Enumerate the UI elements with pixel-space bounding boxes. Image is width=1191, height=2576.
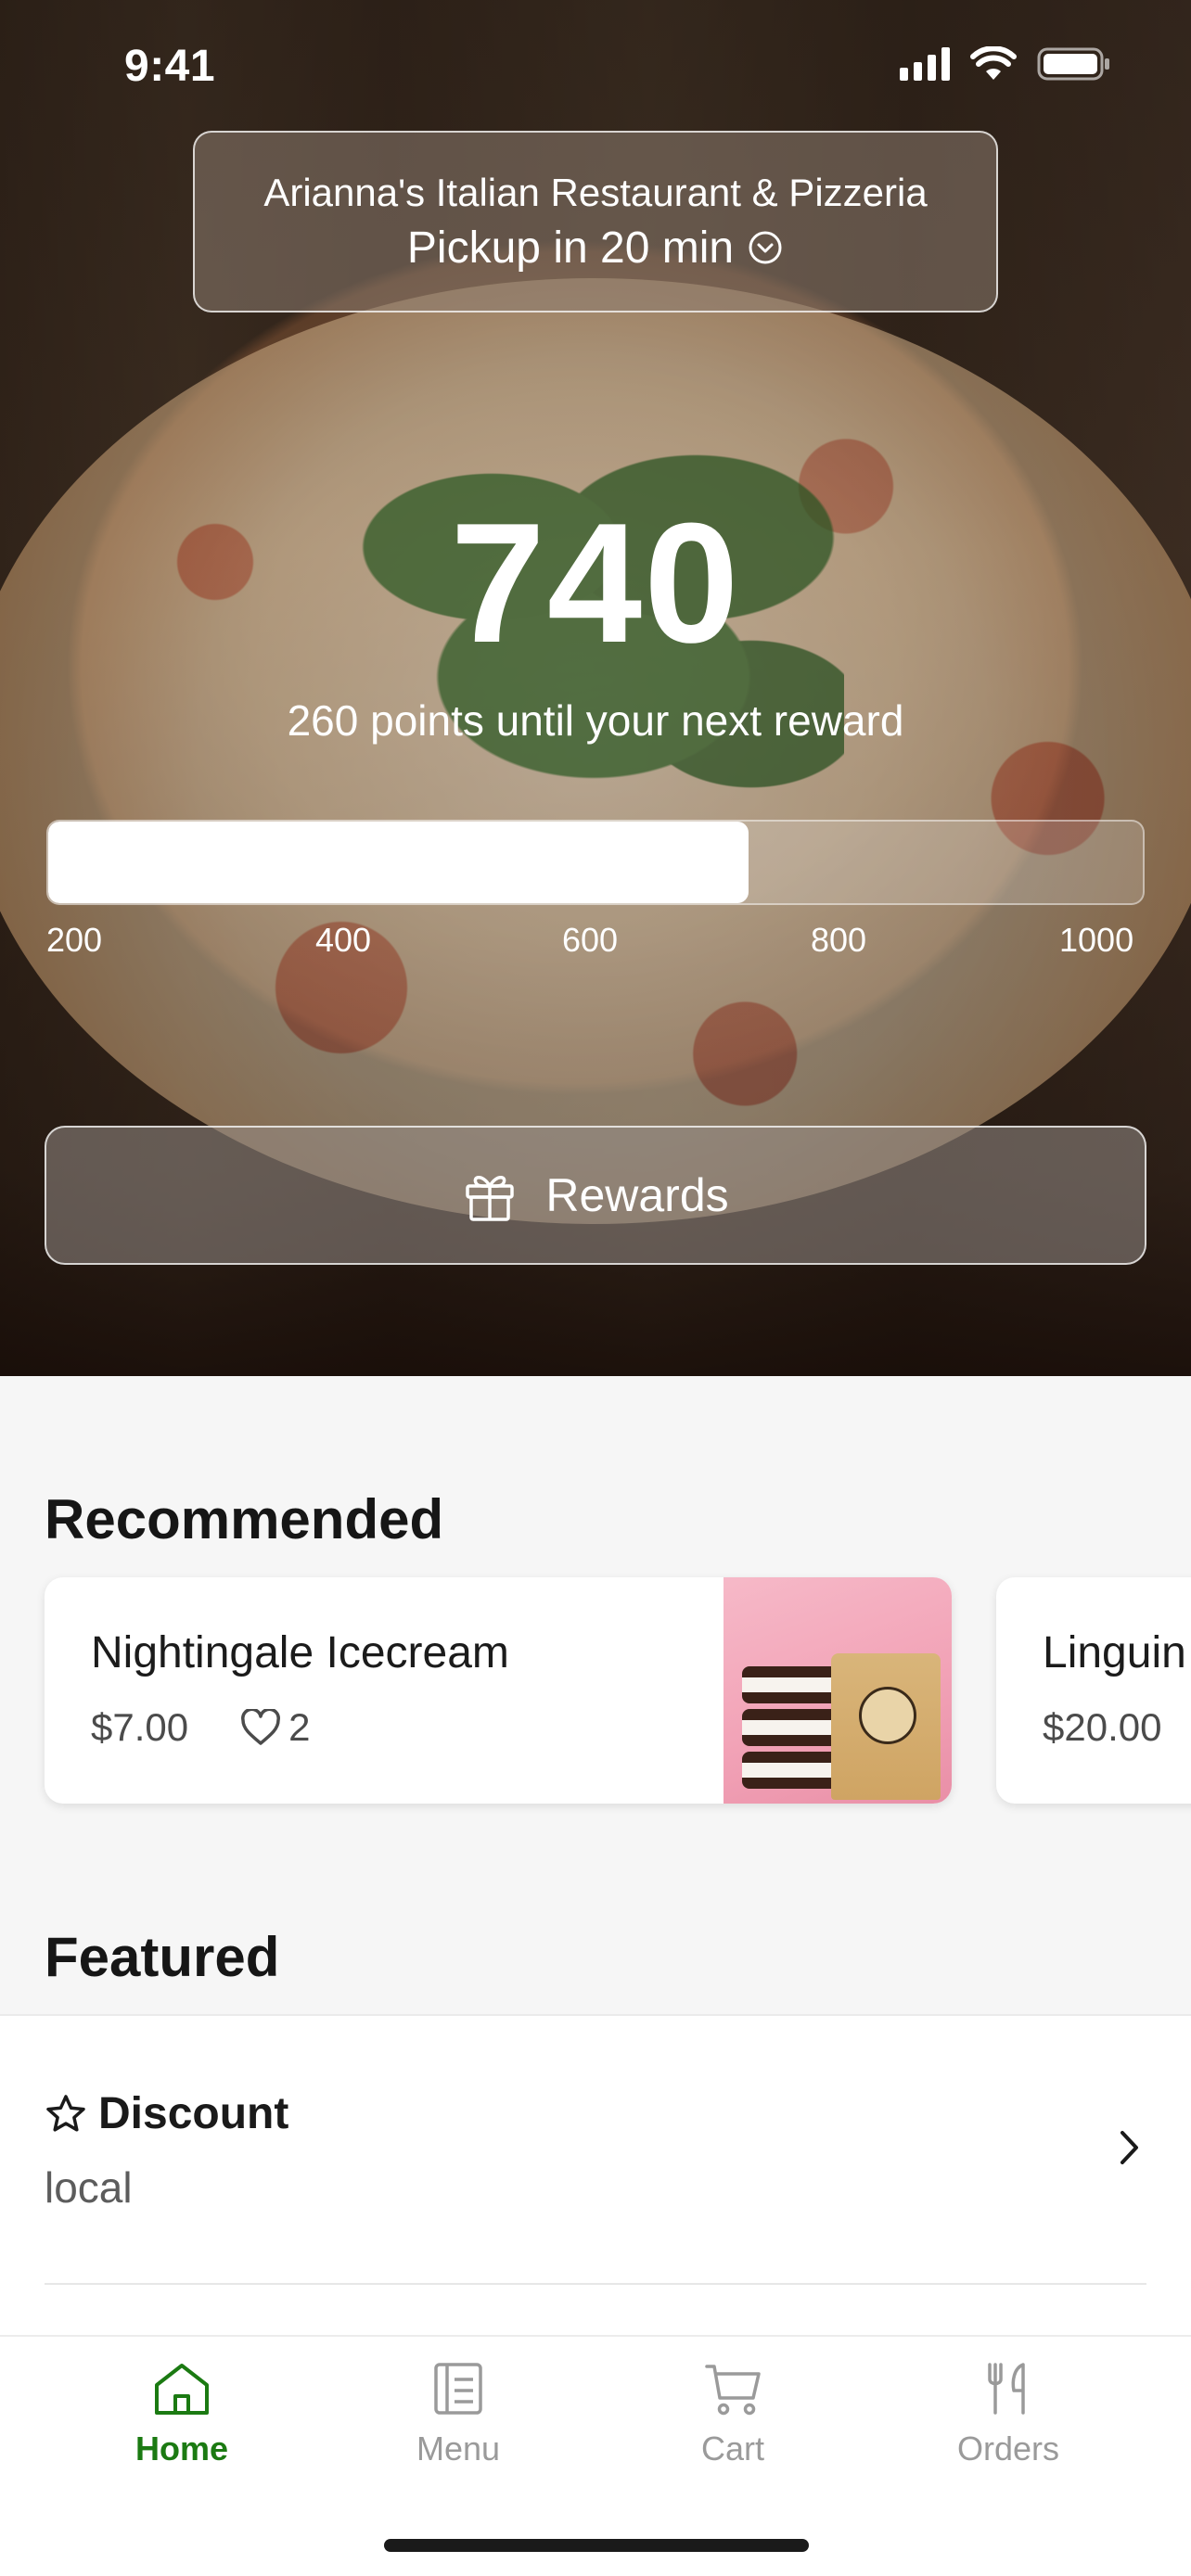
tab-label: Home — [134, 2429, 229, 2468]
pickup-time-row: Pickup in 20 min — [407, 223, 784, 274]
home-indicator[interactable] — [384, 2539, 809, 2552]
cellular-signal-icon — [900, 47, 950, 81]
progress-tick-label: 200 — [46, 921, 103, 959]
heart-icon[interactable] — [240, 1709, 281, 1746]
progress-tick-labels: 200 400 600 800 1000 — [0, 921, 1191, 967]
points-until-reward: 260 points until your next reward — [287, 696, 904, 745]
star-icon — [46, 2094, 85, 2132]
status-time: 9:41 — [124, 42, 216, 91]
store-name: Arianna's Italian Restaurant & Pizzeria — [263, 170, 928, 214]
likes-count: 2 — [288, 1705, 311, 1749]
tab-label: Orders — [956, 2429, 1060, 2468]
tab-home[interactable]: Home — [89, 2361, 275, 2468]
rewards-label: Rewards — [545, 1169, 729, 1221]
rewards-button[interactable]: Rewards — [45, 1126, 1146, 1265]
featured-list: Discount local — [0, 2014, 1191, 2339]
home-screen: 9:41 Arianna's Italian Restaurant & Pizz… — [0, 0, 1191, 2576]
tab-menu[interactable]: Menu — [365, 2361, 551, 2468]
cart-icon — [705, 2365, 761, 2416]
discount-label: Discount — [98, 2089, 289, 2138]
points-progress-bar — [46, 820, 1145, 905]
battery-icon — [1037, 47, 1109, 81]
progress-tick-label: 400 — [315, 921, 372, 959]
progress-tick-label: 1000 — [1059, 921, 1134, 959]
featured-heading: Featured — [45, 1926, 280, 1988]
chevron-right-icon — [1121, 2131, 1138, 2164]
featured-item-discount[interactable]: Discount local — [45, 2016, 1146, 2285]
progress-tick-label: 600 — [562, 921, 619, 959]
item-likes: 2 — [240, 1705, 310, 1750]
featured-item-title: Discount — [45, 2088, 288, 2139]
menu-icon — [434, 2363, 482, 2415]
recommended-heading: Recommended — [45, 1488, 444, 1550]
icecream-sandwich-image — [724, 1577, 952, 1804]
wifi-icon — [970, 46, 1017, 80]
points-progress-fill — [48, 822, 749, 903]
item-price: $7.00 — [91, 1705, 189, 1749]
item-name: Nightingale Icecream — [91, 1628, 509, 1677]
tab-cart[interactable]: Cart — [640, 2361, 826, 2468]
status-icons — [900, 46, 1111, 82]
progress-tick-label: 800 — [811, 921, 867, 959]
featured-item-subtitle: local — [45, 2163, 133, 2212]
home-icon — [155, 2364, 209, 2415]
points-balance: 740 — [450, 487, 741, 678]
gift-icon — [466, 1176, 515, 1221]
tab-label: Cart — [700, 2429, 764, 2468]
orders-icon — [988, 2363, 1025, 2415]
item-name: Linguin — [1043, 1628, 1186, 1677]
chevron-down-circle-icon — [749, 231, 782, 264]
item-meta: $7.00 2 — [91, 1705, 310, 1750]
item-meta: $20.00 — [1043, 1705, 1161, 1750]
item-price: $20.00 — [1043, 1705, 1162, 1749]
tab-label: Menu — [416, 2429, 501, 2468]
hero-banner: 9:41 Arianna's Italian Restaurant & Pizz… — [0, 0, 1191, 1376]
tab-orders[interactable]: Orders — [916, 2361, 1101, 2468]
recommended-item-card[interactable]: Linguin $20.00 — [996, 1577, 1191, 1804]
pickup-time: Pickup in 20 min — [406, 223, 735, 273]
recommended-item-card[interactable]: Nightingale Icecream $7.00 2 — [45, 1577, 952, 1804]
store-selector[interactable]: Arianna's Italian Restaurant & Pizzeria … — [193, 131, 998, 312]
